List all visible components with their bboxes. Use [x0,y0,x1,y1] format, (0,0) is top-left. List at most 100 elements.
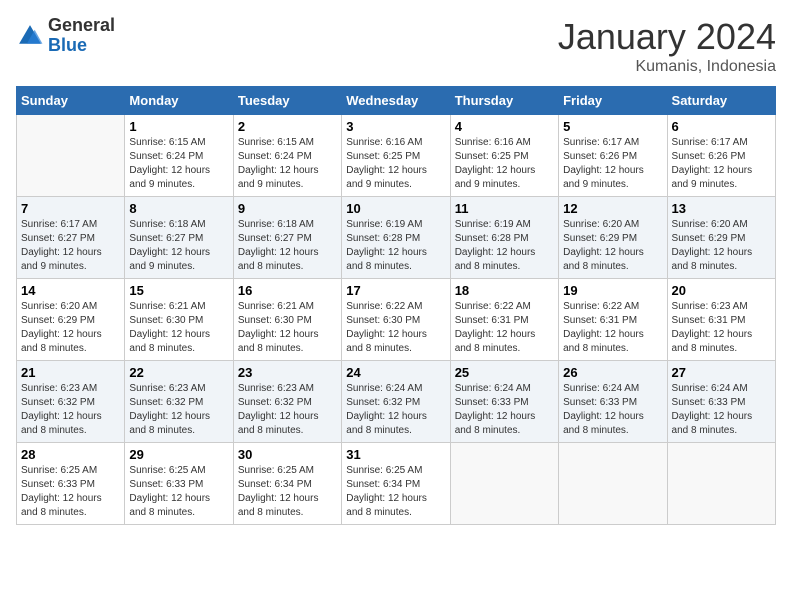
weekday-header-thursday: Thursday [450,87,558,115]
day-number: 21 [21,365,120,380]
day-info: Sunrise: 6:15 AMSunset: 6:24 PMDaylight:… [129,136,228,192]
day-info: Sunrise: 6:24 AMSunset: 6:33 PMDaylight:… [672,382,771,438]
day-number: 18 [455,283,554,298]
day-number: 1 [129,119,228,134]
page-header: General Blue January 2024 Kumanis, Indon… [16,16,776,76]
day-number: 30 [238,447,337,462]
day-info: Sunrise: 6:25 AMSunset: 6:34 PMDaylight:… [346,464,445,520]
calendar-cell: 5 Sunrise: 6:17 AMSunset: 6:26 PMDaylight… [559,115,667,197]
day-number: 27 [672,365,771,380]
day-info: Sunrise: 6:17 AMSunset: 6:27 PMDaylight:… [21,218,120,274]
day-info: Sunrise: 6:23 AMSunset: 6:32 PMDaylight:… [129,382,228,438]
day-info: Sunrise: 6:22 AMSunset: 6:30 PMDaylight:… [346,300,445,356]
calendar-cell: 12Sunrise: 6:20 AMSunset: 6:29 PMDayligh… [559,197,667,279]
day-info: Sunrise: 6:17 AMSunset: 6:26 PMDaylight:… [672,136,771,192]
calendar-cell: 23 Sunrise: 6:23 AMSunset: 6:32 PMDayligh… [233,361,341,443]
calendar-cell: 11 Sunrise: 6:19 AMSunset: 6:28 PMDayligh… [450,197,558,279]
calendar-cell: 15Sunrise: 6:21 AMSunset: 6:30 PMDayligh… [125,279,233,361]
day-number: 28 [21,447,120,462]
calendar-cell: 8Sunrise: 6:18 AMSunset: 6:27 PMDaylight… [125,197,233,279]
day-info: Sunrise: 6:20 AMSunset: 6:29 PMDaylight:… [672,218,771,274]
day-number: 14 [21,283,120,298]
calendar-cell: 7Sunrise: 6:17 AMSunset: 6:27 PMDaylight… [17,197,125,279]
day-info: Sunrise: 6:24 AMSunset: 6:33 PMDaylight:… [455,382,554,438]
weekday-header-wednesday: Wednesday [342,87,450,115]
logo-general-text: General [48,15,115,35]
day-info: Sunrise: 6:23 AMSunset: 6:31 PMDaylight:… [672,300,771,356]
day-number: 23 [238,365,337,380]
calendar-cell: 28Sunrise: 6:25 AMSunset: 6:33 PMDayligh… [17,443,125,525]
day-number: 24 [346,365,445,380]
calendar-cell [17,115,125,197]
day-number: 11 [455,201,554,216]
day-info: Sunrise: 6:19 AMSunset: 6:28 PMDaylight:… [346,218,445,274]
calendar-cell: 30 Sunrise: 6:25 AMSunset: 6:34 PMDayligh… [233,443,341,525]
day-number: 9 [238,201,337,216]
calendar-cell: 10 Sunrise: 6:19 AMSunset: 6:28 PMDayligh… [342,197,450,279]
day-info: Sunrise: 6:19 AMSunset: 6:28 PMDaylight:… [455,218,554,274]
day-info: Sunrise: 6:25 AMSunset: 6:33 PMDaylight:… [129,464,228,520]
day-number: 20 [672,283,771,298]
calendar-table: SundayMondayTuesdayWednesdayThursdayFrid… [16,86,776,525]
calendar-cell: 17 Sunrise: 6:22 AMSunset: 6:30 PMDayligh… [342,279,450,361]
calendar-cell: 27 Sunrise: 6:24 AMSunset: 6:33 PMDayligh… [667,361,775,443]
calendar-cell: 19 Sunrise: 6:22 AMSunset: 6:31 PMDayligh… [559,279,667,361]
calendar-cell: 16 Sunrise: 6:21 AMSunset: 6:30 PMDayligh… [233,279,341,361]
calendar-cell: 9 Sunrise: 6:18 AMSunset: 6:27 PMDaylight… [233,197,341,279]
day-info: Sunrise: 6:20 AMSunset: 6:29 PMDaylight:… [563,218,662,274]
logo: General Blue [16,16,115,56]
calendar-cell: 21 Sunrise: 6:23 AMSunset: 6:32 PMDayligh… [17,361,125,443]
weekday-header-tuesday: Tuesday [233,87,341,115]
day-info: Sunrise: 6:18 AMSunset: 6:27 PMDaylight:… [238,218,337,274]
day-info: Sunrise: 6:18 AMSunset: 6:27 PMDaylight:… [129,218,228,274]
day-number: 15 [129,283,228,298]
calendar-cell [559,443,667,525]
day-number: 19 [563,283,662,298]
location: Kumanis, Indonesia [558,58,776,76]
day-number: 3 [346,119,445,134]
day-number: 5 [563,119,662,134]
day-number: 10 [346,201,445,216]
calendar-cell: 3 Sunrise: 6:16 AMSunset: 6:25 PMDaylight… [342,115,450,197]
day-info: Sunrise: 6:21 AMSunset: 6:30 PMDaylight:… [238,300,337,356]
calendar-cell: 14 Sunrise: 6:20 AMSunset: 6:29 PMDayligh… [17,279,125,361]
day-info: Sunrise: 6:25 AMSunset: 6:34 PMDaylight:… [238,464,337,520]
day-info: Sunrise: 6:16 AMSunset: 6:25 PMDaylight:… [346,136,445,192]
weekday-header-sunday: Sunday [17,87,125,115]
day-info: Sunrise: 6:15 AMSunset: 6:24 PMDaylight:… [238,136,337,192]
day-number: 4 [455,119,554,134]
month-title: January 2024 [558,16,776,58]
logo-icon [16,22,44,50]
day-info: Sunrise: 6:23 AMSunset: 6:32 PMDaylight:… [238,382,337,438]
calendar-cell: 22Sunrise: 6:23 AMSunset: 6:32 PMDayligh… [125,361,233,443]
logo-blue-text: Blue [48,35,87,55]
day-info: Sunrise: 6:17 AMSunset: 6:26 PMDaylight:… [563,136,662,192]
week-row-2: 14 Sunrise: 6:20 AMSunset: 6:29 PMDayligh… [17,279,776,361]
calendar-cell: 13 Sunrise: 6:20 AMSunset: 6:29 PMDayligh… [667,197,775,279]
calendar-cell: 24 Sunrise: 6:24 AMSunset: 6:32 PMDayligh… [342,361,450,443]
day-number: 13 [672,201,771,216]
day-number: 17 [346,283,445,298]
weekday-header-monday: Monday [125,87,233,115]
calendar-cell: 20 Sunrise: 6:23 AMSunset: 6:31 PMDayligh… [667,279,775,361]
day-number: 29 [129,447,228,462]
week-row-4: 28 Sunrise: 6:25 AMSunset: 6:33 PMDayligh… [17,443,776,525]
day-number: 16 [238,283,337,298]
day-info: Sunrise: 6:23 AMSunset: 6:32 PMDaylight:… [21,382,120,438]
calendar-cell: 26Sunrise: 6:24 AMSunset: 6:33 PMDayligh… [559,361,667,443]
day-info: Sunrise: 6:24 AMSunset: 6:32 PMDaylight:… [346,382,445,438]
calendar-cell: 1 Sunrise: 6:15 AMSunset: 6:24 PMDaylight… [125,115,233,197]
calendar-cell: 6Sunrise: 6:17 AMSunset: 6:26 PMDaylight… [667,115,775,197]
weekday-header-saturday: Saturday [667,87,775,115]
day-info: Sunrise: 6:22 AMSunset: 6:31 PMDaylight:… [455,300,554,356]
day-info: Sunrise: 6:22 AMSunset: 6:31 PMDaylight:… [563,300,662,356]
day-info: Sunrise: 6:24 AMSunset: 6:33 PMDaylight:… [563,382,662,438]
weekday-header-friday: Friday [559,87,667,115]
day-info: Sunrise: 6:20 AMSunset: 6:29 PMDaylight:… [21,300,120,356]
week-row-0: 1 Sunrise: 6:15 AMSunset: 6:24 PMDaylight… [17,115,776,197]
calendar-cell: 25Sunrise: 6:24 AMSunset: 6:33 PMDayligh… [450,361,558,443]
title-area: January 2024 Kumanis, Indonesia [558,16,776,76]
week-row-1: 7Sunrise: 6:17 AMSunset: 6:27 PMDaylight… [17,197,776,279]
calendar-cell: 2Sunrise: 6:15 AMSunset: 6:24 PMDaylight… [233,115,341,197]
weekday-header-row: SundayMondayTuesdayWednesdayThursdayFrid… [17,87,776,115]
